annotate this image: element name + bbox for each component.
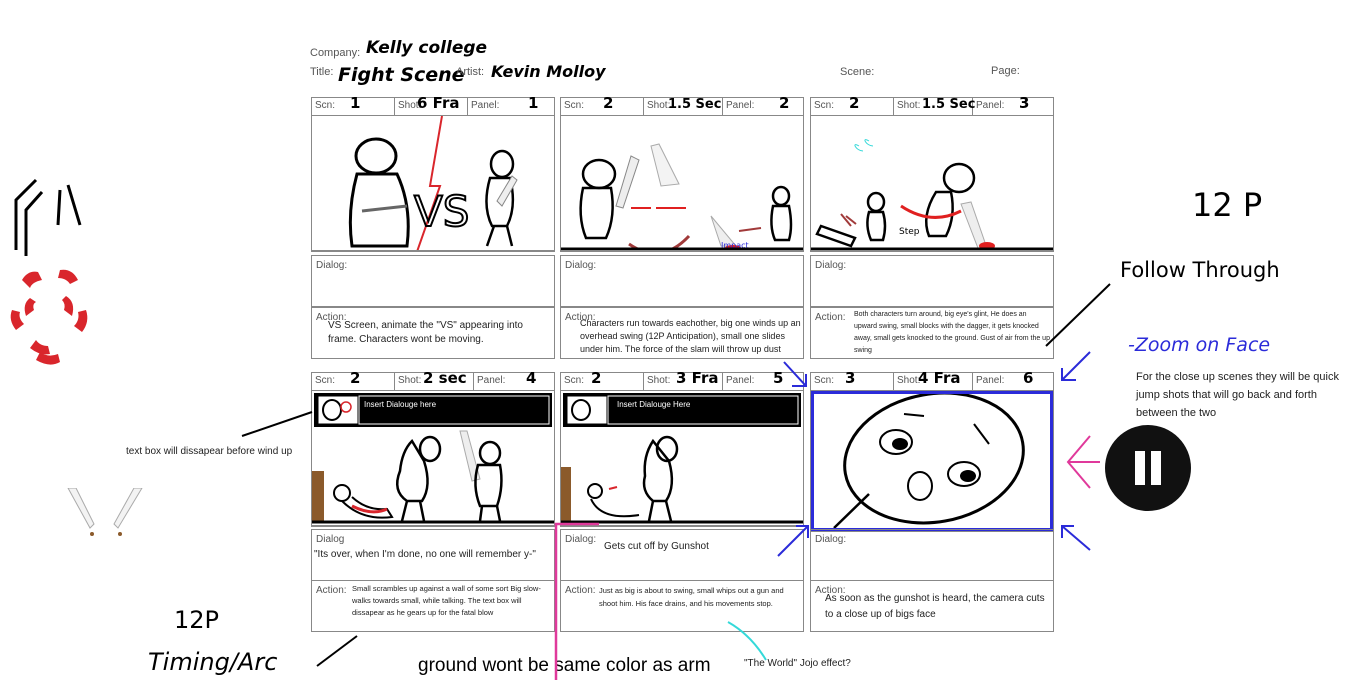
timing-arc-label: Timing/Arc	[148, 648, 278, 676]
shot-value: 1.5 Sec	[922, 97, 976, 112]
action-text: Just as big is about to swing, small whi…	[599, 586, 784, 608]
panel-value: 2	[779, 94, 790, 112]
daggers-icon	[67, 488, 143, 536]
panel-2-dialog-box: Dialog:	[560, 255, 804, 307]
scn-label: Scn:	[315, 100, 336, 111]
shot-value: 6 Fra	[417, 94, 460, 112]
vs-scene-sketch: VS	[348, 116, 518, 250]
scene-label: Scene:	[840, 66, 875, 78]
step-text: Step	[899, 227, 920, 237]
insert-dialogue-text: Insert Dialouge here	[364, 400, 437, 409]
storyboard-panel-1: Scn: 1 Shot: 6 Fra Panel: 1 VS	[311, 94, 555, 252]
scn-value: 2	[350, 369, 361, 387]
scn-label: Scn:	[315, 375, 336, 386]
panel-1-dialog-box: Dialog:	[311, 255, 555, 307]
follow-through-label: Follow Through	[1120, 258, 1280, 282]
panel-4-action-box: Action: Small scrambles up against a wall…	[311, 580, 555, 632]
charge-scene-sketch: Impact	[561, 143, 803, 250]
panel-4-drawing: Insert Dialouge here	[312, 391, 554, 526]
text-box-pointer-line	[241, 411, 313, 437]
follow-through-pointer-line	[1045, 283, 1111, 347]
storyboard-panel-4: Scn: 2 Shot: 2 sec Panel: 4 Insert Dialouge…	[311, 369, 555, 527]
shot-cell: Shot: 6 Fra	[395, 94, 468, 115]
scn-value: 2	[849, 94, 860, 112]
dialog-text: Gets cut off by Gunshot	[604, 541, 709, 552]
scn-label: Scn:	[564, 375, 585, 386]
panel-label: Panel:	[976, 100, 1005, 111]
panel-3-dialog-box: Dialog:	[810, 255, 1054, 307]
scn-value: 1	[350, 94, 361, 112]
panel-value: 1	[528, 94, 539, 112]
shot-value: 2 sec	[423, 369, 467, 387]
page-label: Page:	[991, 65, 1020, 77]
action-label: Action:	[815, 312, 846, 323]
panel-label: Panel:	[477, 375, 506, 386]
company-value: Kelly college	[366, 38, 488, 58]
shot-label: Shot:	[647, 100, 671, 111]
close-up-note: For the close up scenes they will be qui…	[1136, 371, 1339, 419]
storyboard-panel-5: Scn: 2 Shot: 3 Fra Panel: 5 Insert Dialouge…	[560, 369, 804, 527]
timing-pointer-line	[316, 635, 358, 667]
action-text: Characters run towards eachother, big on…	[580, 318, 801, 354]
storyboard-panel-2: Scn: 2 Shot: 1.5 Sec Panel: 2 Impact	[560, 94, 804, 252]
dialog-label: Dialog:	[565, 260, 597, 271]
panel-3-drawing: Step	[811, 116, 1053, 251]
panel-2-action-box: Action: Characters run towards eachother,…	[560, 307, 804, 359]
insert-dialogue-text: Insert Dialouge Here	[617, 400, 691, 409]
title-value: Fight Scene	[338, 64, 465, 86]
panel-4-dialog-box: Dialog "Its over, when I'm done, no one w…	[311, 529, 555, 581]
shot-value: 3 Fra	[676, 369, 719, 387]
company-label: Company:	[310, 47, 361, 59]
anger-mark-icon	[10, 178, 88, 365]
scn-value: 2	[591, 369, 602, 387]
panel-6-action-box: Action: As soon as the gunshot is heard, …	[810, 580, 1054, 632]
action-text: Small scrambles up against a wall of som…	[352, 584, 541, 617]
action-label: Action:	[316, 585, 347, 596]
ground-pointer-line	[554, 522, 599, 680]
panel-cell: Panel: 1	[468, 94, 554, 115]
the-world-pointer-line	[727, 621, 767, 661]
zoom-on-face-label: -Zoom on Face	[1128, 334, 1271, 356]
artist-value: Kevin Molloy	[491, 62, 606, 81]
gunshot-scene-sketch: Insert Dialouge Here	[561, 393, 803, 524]
scn-cell: Scn: 1	[312, 94, 395, 115]
dialog-label: Dialog:	[815, 260, 847, 271]
panel-2-drawing: Impact	[561, 116, 803, 251]
action-text: VS Screen, animate the "VS" appearing in…	[328, 320, 523, 345]
panel-label: Panel:	[726, 100, 755, 111]
twelve-p-bottom: 12P	[174, 606, 220, 634]
action-text: As soon as the gunshot is heard, the cam…	[825, 593, 1045, 620]
zoom-bracket-marks	[777, 351, 1100, 557]
shot-value: 1.5 Sec	[668, 97, 722, 112]
shot-label: Shot:	[647, 375, 671, 386]
storyboard-panel-3: Scn: 2 Shot: 1.5 Sec Panel: 3 Step	[810, 94, 1054, 252]
scn-label: Scn:	[814, 100, 835, 111]
panel-label: Panel:	[726, 375, 755, 386]
panel-1-drawing: VS	[312, 116, 554, 251]
scn-label: Scn:	[564, 100, 585, 111]
shot-label: Shot:	[897, 100, 921, 111]
title-label: Title:	[310, 66, 334, 78]
shot-label: Shot:	[398, 375, 422, 386]
panel-value: 4	[526, 369, 537, 387]
panel-5-drawing: Insert Dialouge Here	[561, 391, 803, 526]
twelve-p-top: 12 P	[1192, 186, 1263, 224]
approach-scene-sketch: Insert Dialouge here	[312, 393, 554, 524]
pause-icon	[1105, 425, 1191, 511]
artist-label: Artist:	[456, 66, 485, 78]
panel-1-action-box: Action: VS Screen, animate the "VS" appea…	[311, 307, 555, 359]
dialog-text: "Its over, when I'm done, no one will re…	[314, 549, 536, 560]
dialog-label: Dialog:	[316, 260, 348, 271]
panel-value: 3	[1019, 94, 1030, 112]
scn-value: 2	[603, 94, 614, 112]
vs-text: VS	[414, 187, 469, 236]
dialog-label: Dialog	[316, 534, 345, 545]
panel-label: Panel:	[471, 100, 500, 111]
upswing-scene-sketch: Step	[811, 139, 1053, 250]
